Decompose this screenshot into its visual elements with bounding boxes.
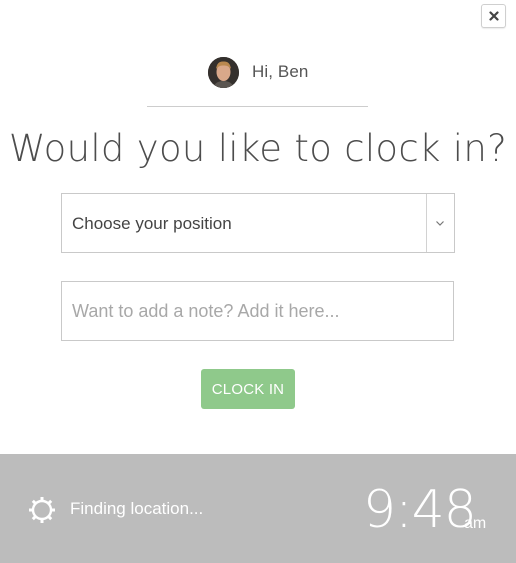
- note-input[interactable]: [61, 281, 454, 341]
- divider: [147, 106, 368, 107]
- select-divider: [426, 194, 427, 252]
- close-icon: [488, 11, 499, 21]
- clock-time: 9:48: [363, 480, 477, 540]
- spinner-icon: [29, 497, 55, 523]
- greeting-text: Hi, Ben: [252, 62, 309, 81]
- footer-bar: Finding location... 9:48 am: [0, 454, 516, 563]
- position-select[interactable]: Choose your position: [61, 193, 455, 253]
- page-title: Would you like to clock in?: [8, 127, 508, 170]
- location-status: Finding location...: [70, 499, 204, 518]
- position-select-value: Choose your position: [72, 214, 232, 233]
- greeting: Hi, Ben: [208, 55, 308, 89]
- user-avatar: [208, 56, 239, 88]
- clock-in-button[interactable]: CLOCK IN: [201, 369, 295, 409]
- clock-ampm: am: [464, 515, 487, 532]
- chevron-down-icon: [436, 221, 444, 226]
- close-button[interactable]: [481, 4, 506, 28]
